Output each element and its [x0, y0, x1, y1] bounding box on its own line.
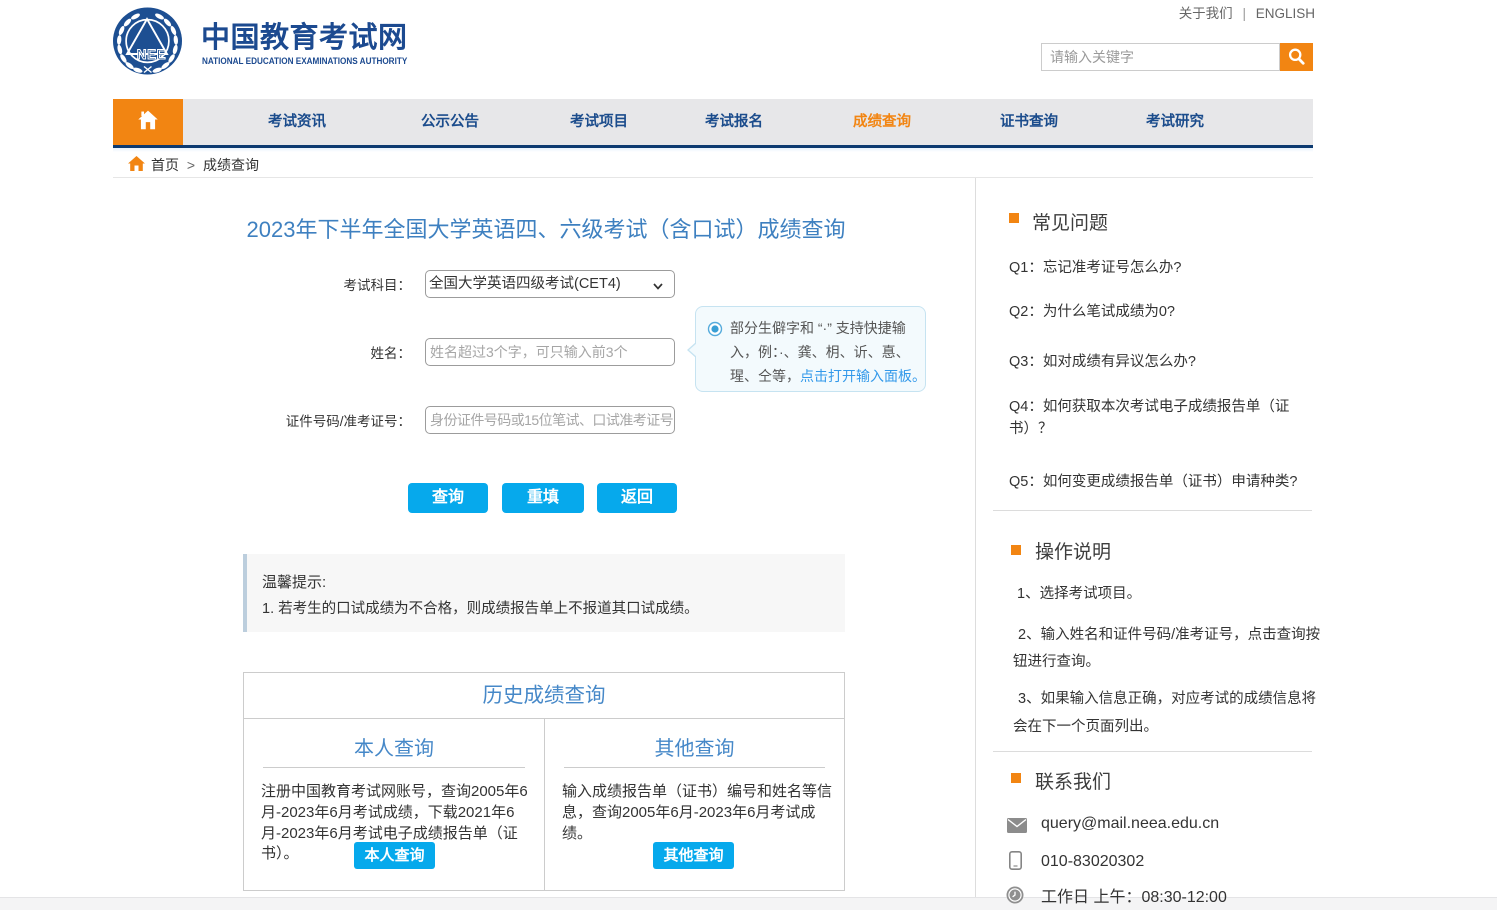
svg-text:NEE: NEE: [137, 47, 167, 62]
